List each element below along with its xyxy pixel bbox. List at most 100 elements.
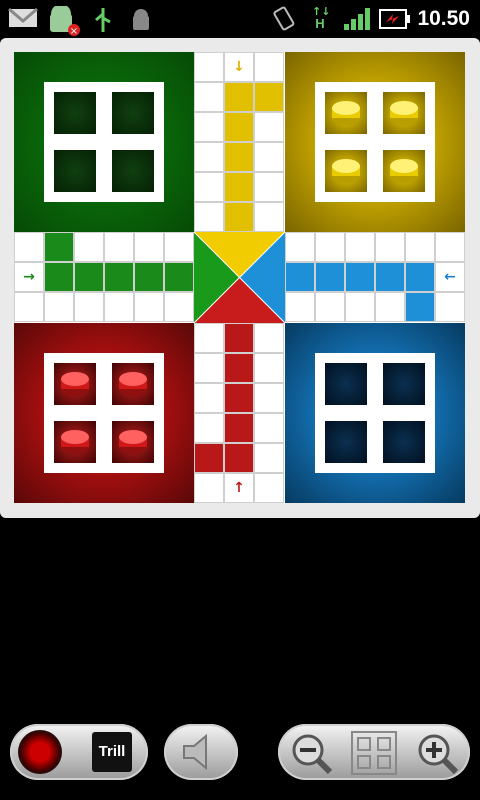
track-cell[interactable] — [435, 292, 465, 322]
track-cell[interactable] — [285, 292, 315, 322]
track-cell[interactable] — [405, 262, 435, 292]
track-cell[interactable] — [14, 232, 44, 262]
trill-button[interactable]: Trill — [92, 732, 132, 772]
track-cell[interactable] — [194, 172, 224, 202]
red-token[interactable] — [54, 363, 96, 405]
red-slot[interactable] — [54, 363, 96, 405]
track-cell[interactable] — [405, 292, 435, 322]
track-cell[interactable] — [194, 383, 224, 413]
track-cell[interactable] — [224, 142, 254, 172]
yellow-token[interactable] — [383, 150, 425, 192]
track-cell[interactable] — [194, 443, 224, 473]
track-cell[interactable] — [224, 413, 254, 443]
zoom-in-icon[interactable] — [416, 732, 460, 776]
yellow-token[interactable] — [383, 92, 425, 134]
yellow-token[interactable] — [325, 92, 367, 134]
track-cell[interactable] — [104, 292, 134, 322]
track-cell[interactable] — [285, 232, 315, 262]
track-cell[interactable] — [224, 112, 254, 142]
track-cell[interactable] — [254, 82, 284, 112]
track-cell[interactable] — [194, 323, 224, 353]
status-bar: × ↑↓ H 10.50 — [0, 0, 480, 38]
track-cell[interactable] — [254, 52, 284, 82]
track-cell[interactable] — [224, 172, 254, 202]
track-cell[interactable] — [164, 292, 194, 322]
blue-slot[interactable] — [325, 363, 367, 405]
green-slot[interactable] — [54, 92, 96, 134]
track-cell[interactable] — [194, 112, 224, 142]
track-cell[interactable] — [134, 292, 164, 322]
track-cell[interactable] — [194, 52, 224, 82]
track-cell[interactable] — [104, 232, 134, 262]
track-cell[interactable] — [104, 262, 134, 292]
red-slot[interactable] — [54, 421, 96, 463]
track-cell[interactable] — [224, 383, 254, 413]
track-cell[interactable] — [254, 473, 284, 503]
zoom-out-icon[interactable] — [290, 732, 334, 776]
blue-slot[interactable] — [383, 421, 425, 463]
track-cell[interactable] — [345, 262, 375, 292]
track-cell[interactable] — [164, 262, 194, 292]
red-slot[interactable] — [112, 421, 154, 463]
track-cell[interactable] — [194, 82, 224, 112]
track-cell[interactable] — [254, 112, 284, 142]
sound-button[interactable] — [164, 724, 238, 780]
red-token[interactable] — [112, 421, 154, 463]
track-cell[interactable] — [345, 232, 375, 262]
green-slot[interactable] — [54, 150, 96, 192]
record-icon[interactable] — [18, 730, 62, 774]
track-cell[interactable] — [194, 413, 224, 443]
track-cell[interactable] — [254, 443, 284, 473]
yellow-slot[interactable] — [383, 150, 425, 192]
track-cell[interactable] — [44, 292, 74, 322]
green-slot[interactable] — [112, 150, 154, 192]
yellow-slot[interactable] — [383, 92, 425, 134]
track-cell[interactable] — [405, 232, 435, 262]
track-cell[interactable] — [315, 292, 345, 322]
blue-slot[interactable] — [383, 363, 425, 405]
track-cell[interactable] — [254, 142, 284, 172]
track-cell[interactable] — [375, 232, 405, 262]
track-cell[interactable] — [164, 232, 194, 262]
yellow-token[interactable] — [325, 150, 367, 192]
track-cell[interactable] — [134, 232, 164, 262]
yellow-slot[interactable] — [325, 150, 367, 192]
red-token[interactable] — [112, 363, 154, 405]
track-cell[interactable] — [375, 262, 405, 292]
track-cell[interactable] — [74, 232, 104, 262]
track-cell[interactable] — [254, 172, 284, 202]
yellow-slot[interactable] — [325, 92, 367, 134]
track-cell[interactable] — [254, 413, 284, 443]
track-cell[interactable] — [44, 262, 74, 292]
track-cell[interactable] — [315, 262, 345, 292]
layout-icon[interactable] — [350, 730, 398, 776]
track-cell[interactable] — [224, 323, 254, 353]
track-cell[interactable] — [345, 292, 375, 322]
track-cell[interactable] — [435, 232, 465, 262]
track-cell[interactable] — [194, 142, 224, 172]
track-cell[interactable] — [254, 353, 284, 383]
track-cell[interactable] — [74, 292, 104, 322]
green-slot[interactable] — [112, 92, 154, 134]
track-cell[interactable] — [74, 262, 104, 292]
yellow-base-yard — [315, 82, 435, 202]
track-cell[interactable] — [194, 202, 224, 232]
track-cell[interactable] — [194, 473, 224, 503]
track-cell[interactable] — [285, 262, 315, 292]
blue-slot[interactable] — [325, 421, 367, 463]
track-cell[interactable] — [224, 202, 254, 232]
track-cell[interactable] — [224, 82, 254, 112]
track-cell[interactable] — [315, 232, 345, 262]
track-cell[interactable] — [254, 202, 284, 232]
track-cell[interactable] — [254, 383, 284, 413]
track-cell[interactable] — [44, 232, 74, 262]
track-cell[interactable] — [254, 323, 284, 353]
red-slot[interactable] — [112, 363, 154, 405]
track-cell[interactable] — [194, 353, 224, 383]
track-cell[interactable] — [224, 443, 254, 473]
track-cell[interactable] — [134, 262, 164, 292]
track-cell[interactable] — [375, 292, 405, 322]
red-token[interactable] — [54, 421, 96, 463]
track-cell[interactable] — [14, 292, 44, 322]
track-cell[interactable] — [224, 353, 254, 383]
